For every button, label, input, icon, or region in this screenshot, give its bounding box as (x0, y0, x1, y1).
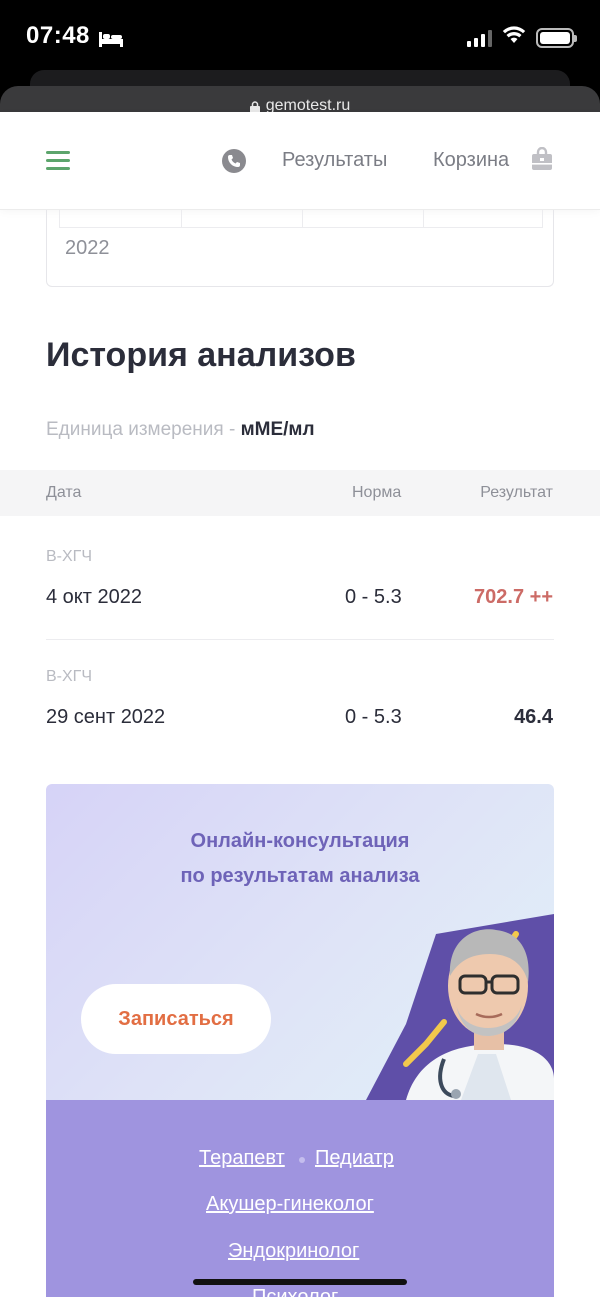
consultation-banner: Онлайн-консультация по результатам анали… (46, 784, 554, 1100)
units-label: Единица измерения - мМЕ/мл (46, 419, 315, 441)
banner-title-line2: по результатам анализа (180, 865, 420, 887)
units-caption: Единица измерения - (46, 419, 241, 440)
column-date: Дата (46, 484, 82, 501)
bed-icon (98, 27, 124, 47)
column-result: Результат (480, 484, 553, 501)
phone-icon[interactable] (222, 149, 246, 173)
gynecologist-link[interactable]: Акушер-гинеколог (206, 1193, 374, 1216)
history-table-header: Дата Норма Результат (0, 470, 600, 516)
therapist-link[interactable]: Терапевт (199, 1147, 285, 1170)
status-time: 07:48 (26, 22, 124, 50)
calendar-grid (59, 210, 543, 228)
cart-icon[interactable] (530, 146, 554, 171)
wifi-icon (502, 26, 526, 49)
calendar-card: 2022 (46, 210, 554, 287)
banner-title-line1: Онлайн-консультация (190, 830, 410, 852)
pediatrician-link[interactable]: Педиатр (315, 1147, 394, 1170)
doctor-image (366, 904, 554, 1100)
test-norm: 0 - 5.3 (345, 586, 402, 608)
site-header: Результаты Корзина (0, 112, 600, 210)
calendar-year: 2022 (65, 237, 110, 259)
history-row[interactable]: В-ХГЧ 4 окт 2022 0 - 5.3 702.7 ++ (46, 520, 554, 640)
psychologist-link[interactable]: Психолог (252, 1286, 338, 1297)
history-title: История анализов (46, 336, 356, 374)
clock-label: 07:48 (26, 22, 90, 49)
test-norm: 0 - 5.3 (345, 706, 402, 728)
units-value: мМЕ/мл (240, 419, 315, 440)
lock-icon (249, 100, 260, 113)
burger-menu-icon[interactable] (46, 151, 70, 171)
banner-title: Онлайн-консультация по результатам анали… (46, 824, 554, 894)
history-row[interactable]: В-ХГЧ 29 сент 2022 0 - 5.3 46.4 (46, 640, 554, 760)
link-separator-dot (299, 1157, 305, 1163)
test-date: 29 сент 2022 (46, 706, 166, 728)
test-result: 46.4 (514, 706, 553, 728)
test-name: В-ХГЧ (46, 668, 92, 685)
battery-icon (536, 27, 577, 48)
home-indicator[interactable] (193, 1279, 407, 1285)
test-date: 4 окт 2022 (46, 586, 142, 608)
test-name: В-ХГЧ (46, 548, 92, 565)
test-result: 702.7 ++ (474, 586, 553, 608)
endocrinologist-link[interactable]: Эндокринолог (228, 1240, 359, 1263)
signal-icon (467, 29, 492, 47)
status-icons (467, 26, 577, 49)
results-link[interactable]: Результаты (282, 149, 387, 172)
column-norm: Норма (352, 484, 402, 501)
book-button[interactable]: Записаться (81, 984, 271, 1054)
cart-link[interactable]: Корзина (433, 149, 509, 172)
